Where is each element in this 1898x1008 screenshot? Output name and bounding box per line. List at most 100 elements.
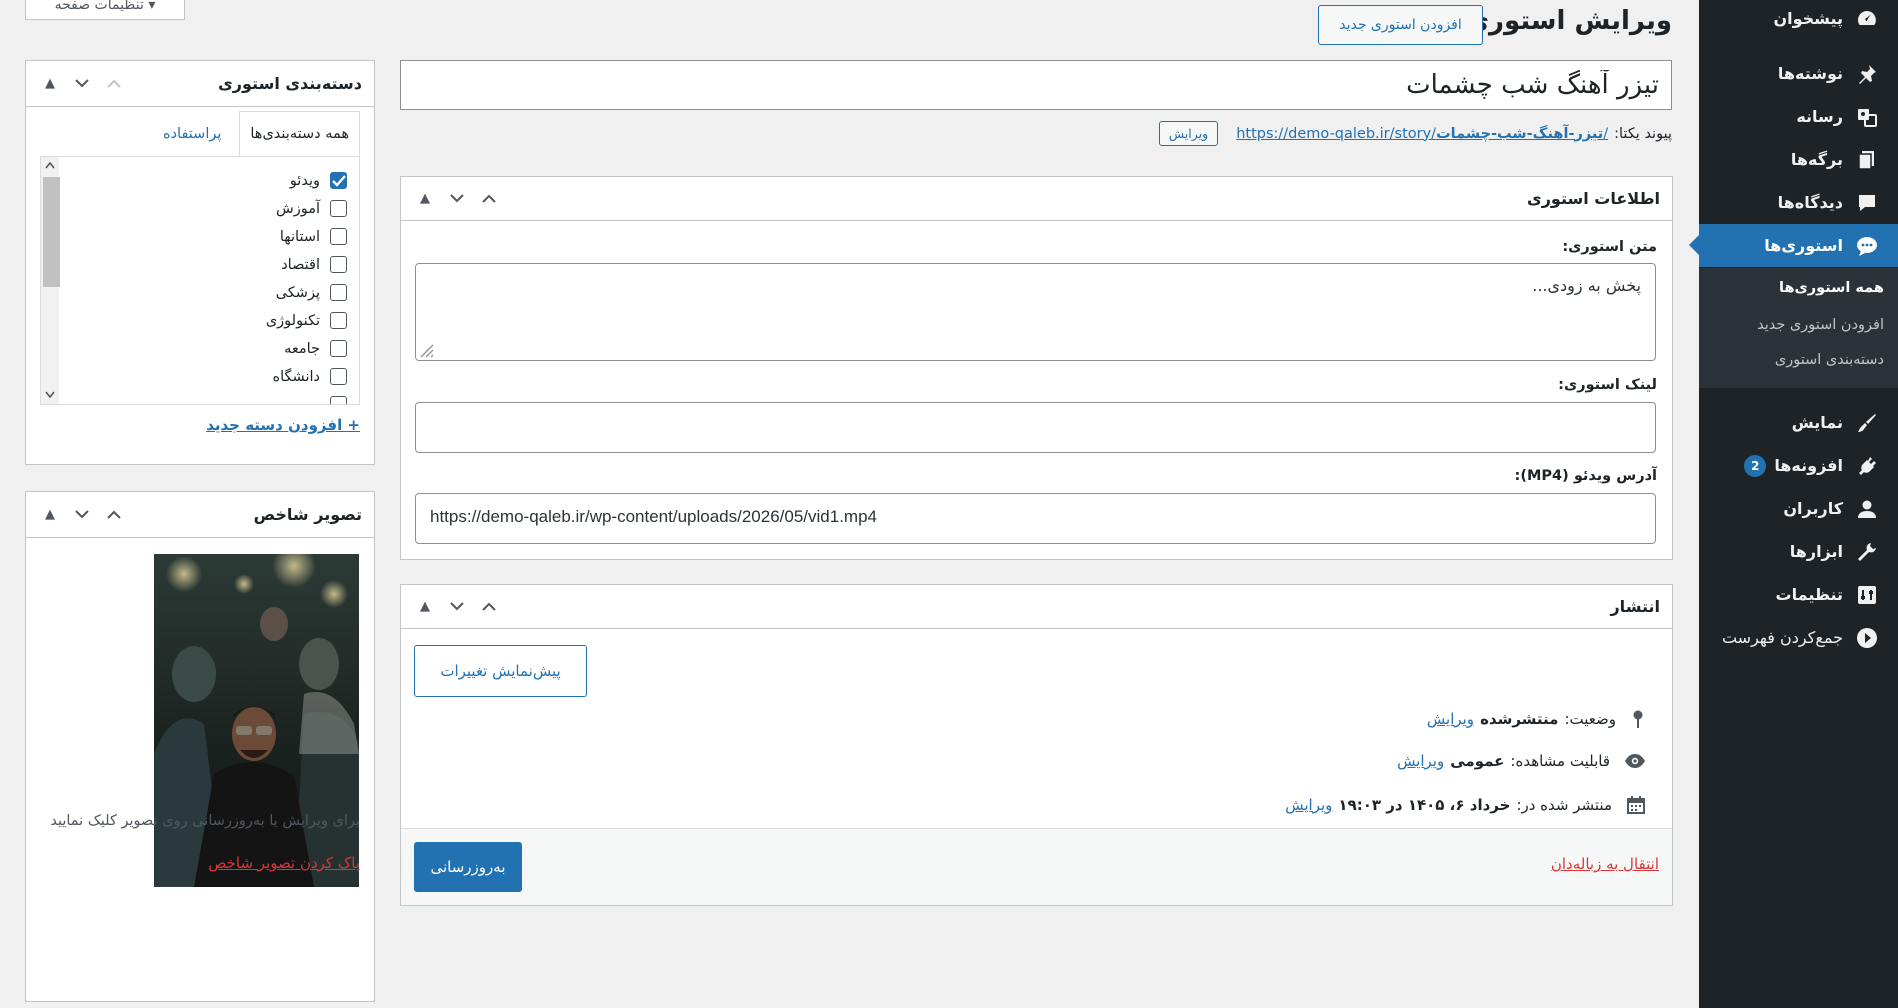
scroll-down-icon[interactable] (45, 391, 55, 399)
menu-tools[interactable]: ابزارها (1699, 530, 1898, 573)
story-link-input[interactable] (415, 402, 1656, 453)
featured-image-title: تصویر شاخص (253, 505, 362, 524)
move-up-icon[interactable]: ▲ (413, 187, 437, 211)
move-up-icon[interactable]: ▲ (413, 595, 437, 619)
checkbox[interactable] (330, 312, 347, 329)
visibility-edit-link[interactable]: ویرایش (1397, 752, 1444, 770)
category-checklist: ویدئو آموزش استانها اقتصاد پزشکی تکنولوژ… (40, 156, 360, 405)
menu-posts[interactable]: نوشته‌ها (1699, 52, 1898, 95)
visibility-row: قابلیت مشاهده: عمومی ویرایش (1397, 752, 1646, 770)
move-down-icon[interactable] (70, 72, 94, 96)
admin-sidebar: پیشخوان نوشته‌ها رسانه برگه‌ها دیدگاه‌ها… (1689, 0, 1898, 1008)
category-item[interactable]: دانشگاه (273, 368, 347, 385)
collapse-icon (1853, 627, 1881, 649)
story-link-label: لینک استوری: (1558, 377, 1657, 393)
category-tabs: همه دسته‌بندی‌ها پراستفاده (153, 111, 360, 157)
publish-box: انتشار ▲ پیش‌نمایش تغییرات وضعیت: منتشرش… (400, 584, 1673, 906)
toggle-panel-icon[interactable] (102, 72, 126, 96)
move-down-icon[interactable] (445, 595, 469, 619)
permalink-url[interactable]: https://demo-qaleb.ir/story/تیزر-آهنگ-شب… (1236, 126, 1608, 142)
menu-plugins[interactable]: افزونه‌ها 2 (1699, 444, 1898, 487)
featured-image-box: تصویر شاخص ▲ (25, 491, 375, 1002)
category-item[interactable]: اقتصاد (281, 256, 347, 273)
pin-icon (1633, 710, 1643, 728)
permalink: پیوند یکتا: https://demo-qaleb.ir/story/… (1158, 121, 1672, 146)
date-edit-link[interactable]: ویرایش (1285, 796, 1332, 814)
move-up-icon[interactable]: ▲ (38, 72, 62, 96)
status-edit-link[interactable]: ویرایش (1427, 710, 1474, 728)
category-item[interactable]: آموزش (276, 200, 347, 217)
menu-users[interactable]: کاربران (1699, 487, 1898, 530)
toggle-panel-icon[interactable] (477, 595, 501, 619)
checkbox[interactable] (330, 256, 347, 273)
menu-collapse[interactable]: جمع‌کردن فهرست (1699, 616, 1898, 659)
box-controls: ▲ (413, 187, 501, 211)
category-header: دسته‌بندی استوری ▲ (26, 61, 374, 107)
tab-most-used[interactable]: پراستفاده (153, 111, 231, 157)
category-item[interactable]: ویدئو (290, 172, 347, 189)
move-down-icon[interactable] (70, 503, 94, 527)
category-item[interactable]: تکنولوژی (266, 312, 347, 329)
story-text-textarea[interactable]: پخش به زودی... (415, 263, 1656, 361)
chat-icon (1853, 235, 1881, 257)
scroll-up-icon[interactable] (45, 161, 55, 169)
checkbox[interactable] (330, 368, 347, 385)
featured-image[interactable] (154, 554, 359, 887)
scrollbar-thumb[interactable] (43, 177, 60, 287)
post-title-input[interactable] (400, 60, 1672, 110)
category-item[interactable]: پزشکی (276, 284, 347, 301)
toggle-panel-icon[interactable] (102, 503, 126, 527)
add-new-story-button[interactable]: افزودن استوری جدید (1318, 5, 1483, 45)
pin-icon (1853, 63, 1881, 85)
category-item[interactable]: جامعه (284, 340, 347, 357)
checkbox[interactable] (330, 200, 347, 217)
publish-actions: انتقال به زباله‌دان به‌روزرسانی (401, 828, 1672, 905)
preview-changes-button[interactable]: پیش‌نمایش تغییرات (414, 645, 587, 697)
tab-all-categories[interactable]: همه دسته‌بندی‌ها (239, 111, 360, 157)
plugin-icon (1853, 455, 1881, 477)
remove-featured-image-link[interactable]: پاک کردن تصویر شاخص (208, 854, 360, 872)
add-new-category-link[interactable]: + افزودن دسته جدید (206, 416, 360, 434)
menu-comments[interactable]: دیدگاه‌ها (1699, 181, 1898, 224)
toggle-panel-icon[interactable] (477, 187, 501, 211)
story-text-label: متن استوری: (1562, 239, 1657, 255)
settings-icon (1853, 584, 1881, 606)
move-up-icon[interactable]: ▲ (38, 503, 62, 527)
submenu-add-story[interactable]: افزودن استوری جدید (1757, 317, 1884, 333)
menu-dashboard[interactable]: پیشخوان (1699, 0, 1898, 40)
checkbox[interactable] (330, 228, 347, 245)
checkbox-checked[interactable] (330, 172, 347, 189)
story-info-title: اطلاعات استوری (1527, 189, 1660, 208)
submenu-all-stories[interactable]: همه استوری‌ها (1779, 280, 1884, 296)
category-scrollbar[interactable] (41, 157, 60, 404)
menu-settings[interactable]: تنظیمات (1699, 573, 1898, 616)
submenu-story-category[interactable]: دسته‌بندی استوری (1775, 352, 1884, 368)
checkbox[interactable] (330, 396, 347, 404)
publish-header: انتشار ▲ (401, 585, 1672, 629)
publish-title: انتشار (1610, 597, 1660, 616)
move-down-icon[interactable] (445, 187, 469, 211)
menu-pages[interactable]: برگه‌ها (1699, 138, 1898, 181)
story-info-header: اطلاعات استوری ▲ (401, 177, 1672, 221)
featured-image-header: تصویر شاخص ▲ (26, 492, 374, 538)
pages-icon (1853, 149, 1881, 171)
move-to-trash-link[interactable]: انتقال به زباله‌دان (1551, 855, 1659, 873)
menu-stories[interactable]: استوری‌ها (1689, 224, 1898, 267)
category-item-partial[interactable] (330, 396, 347, 404)
resize-handle-icon[interactable] (419, 343, 435, 359)
menu-media[interactable]: رسانه (1699, 95, 1898, 138)
checkbox[interactable] (330, 284, 347, 301)
video-url-input[interactable]: https://demo-qaleb.ir/wp-content/uploads… (415, 493, 1656, 544)
eye-icon (1625, 754, 1645, 768)
menu-appearance[interactable]: نمایش (1699, 401, 1898, 444)
status-value: منتشرشده (1480, 710, 1559, 728)
checkbox[interactable] (330, 340, 347, 357)
calendar-icon (1627, 796, 1645, 814)
screen-options-button[interactable]: تنظیمات صفحه ▾ (25, 0, 185, 20)
status-row: وضعیت: منتشرشده ویرایش (1427, 709, 1646, 729)
category-item[interactable]: استانها (280, 228, 347, 245)
permalink-edit-button[interactable]: ویرایش (1158, 121, 1219, 146)
page-title: ویرایش استوری (1465, 6, 1672, 36)
story-info-box: اطلاعات استوری ▲ متن استوری: پخش به زودی… (400, 176, 1673, 560)
update-button[interactable]: به‌روزرسانی (414, 842, 522, 892)
